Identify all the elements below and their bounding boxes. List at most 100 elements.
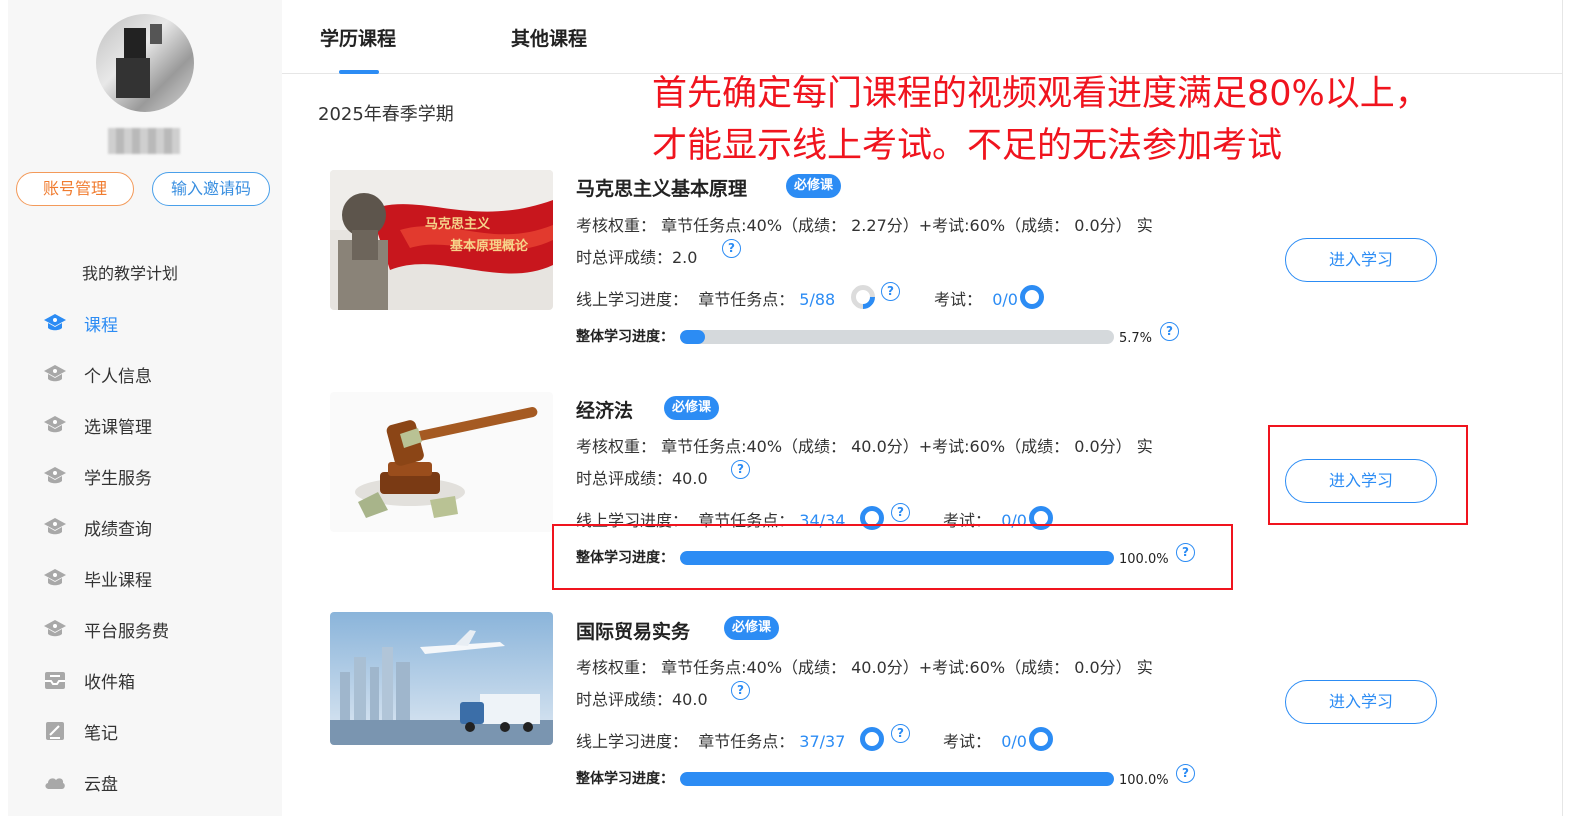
username-blurred <box>108 128 180 154</box>
sidebar-item-label: 笔记 <box>84 723 118 744</box>
sidebar-item-cloud-disk[interactable]: 云盘 <box>42 767 118 797</box>
exam-progress-row: 考试： 0/0 <box>934 286 1018 310</box>
help-icon[interactable]: ? <box>1160 322 1179 341</box>
assessment-weight: 考核权重： 章节任务点:40%（成绩： 40.0分）+考试:60%（成绩： 0.… <box>576 658 1153 677</box>
overall-progress-bar <box>680 772 1114 786</box>
avatar[interactable] <box>96 14 194 112</box>
online-progress-label: 线上学习进度： <box>576 732 689 751</box>
enter-study-button[interactable]: 进入学习 <box>1285 238 1437 282</box>
exam-progress-ring <box>1029 727 1053 751</box>
overall-progress-percent: 5.7% <box>1119 331 1153 346</box>
graduation-cap-icon <box>42 616 68 642</box>
tab-degree-courses[interactable]: 学历课程 <box>320 24 396 51</box>
sidebar-item-label: 毕业课程 <box>84 570 152 591</box>
exam-progress-ring <box>1020 285 1044 309</box>
exam-value: 0/0 <box>992 290 1018 309</box>
help-icon[interactable]: ? <box>891 724 910 743</box>
required-badge: 必修课 <box>786 174 842 198</box>
course-thumbnail-marxism[interactable]: 马克思主义 基本原理概论 <box>330 170 553 310</box>
sidebar-item-label: 平台服务费 <box>84 621 169 642</box>
sidebar-item-courses[interactable]: 课程 <box>42 308 118 338</box>
online-progress-row: 线上学习进度： 章节任务点： 37/37 <box>576 728 845 752</box>
thumbnail-text-line1: 马克思主义 <box>425 216 491 232</box>
exam-label: 考试： <box>934 290 983 309</box>
graduation-cap-icon <box>42 463 68 489</box>
sidebar-item-label: 学生服务 <box>84 468 152 489</box>
overall-progress-fill <box>680 330 705 344</box>
help-icon[interactable]: ? <box>731 460 750 479</box>
exam-value: 0/0 <box>1001 732 1027 751</box>
annotation-box-enter-button <box>1268 425 1468 525</box>
course-thumbnail-international-trade[interactable] <box>330 612 553 745</box>
graduation-cap-icon <box>42 310 68 336</box>
chapter-tasks-label: 章节任务点： <box>698 732 795 751</box>
note-icon <box>42 718 68 744</box>
inbox-icon <box>42 667 68 693</box>
required-badge: 必修课 <box>664 396 720 420</box>
sidebar-item-platform-fee[interactable]: 平台服务费 <box>42 614 169 644</box>
help-icon[interactable]: ? <box>891 503 910 522</box>
overall-progress-bar <box>680 330 1114 344</box>
online-progress-row: 线上学习进度： 章节任务点： 5/88 <box>576 286 835 310</box>
graduation-cap-icon <box>42 514 68 540</box>
sidebar-item-notes[interactable]: 笔记 <box>42 716 118 746</box>
chapter-progress-ring <box>846 280 880 314</box>
realtime-total-score: 时总评成绩：40.0 <box>576 469 708 488</box>
chapter-tasks-value: 37/37 <box>799 732 846 751</box>
graduation-cap-icon <box>42 412 68 438</box>
sidebar-item-label: 个人信息 <box>84 366 152 387</box>
sidebar-item-course-selection[interactable]: 选课管理 <box>42 410 152 440</box>
annotation-line-1: 首先确定每门课程的视频观看进度满足80%以上， <box>652 74 1430 114</box>
assessment-weight: 考核权重： 章节任务点:40%（成绩： 40.0分）+考试:60%（成绩： 0.… <box>576 437 1153 456</box>
annotation-line-2: 才能显示线上考试。不足的无法参加考试 <box>652 126 1283 166</box>
chapter-tasks-value: 5/88 <box>799 290 836 309</box>
annotation-text: 首先确定每门课程的视频观看进度满足80%以上， 才能显示线上考试。不足的无法参加… <box>652 68 1532 172</box>
help-icon[interactable]: ? <box>731 681 750 700</box>
course-title[interactable]: 经济法 <box>576 396 633 423</box>
annotation-box-overall-progress <box>552 524 1233 590</box>
enter-study-button[interactable]: 进入学习 <box>1285 680 1437 724</box>
exam-label: 考试： <box>943 732 992 751</box>
sidebar-item-personal-info[interactable]: 个人信息 <box>42 359 152 389</box>
sidebar-item-label: 云盘 <box>84 774 118 795</box>
cloud-icon <box>42 769 68 795</box>
enter-invite-code-button[interactable]: 输入邀请码 <box>152 172 270 206</box>
online-progress-label: 线上学习进度： <box>576 290 689 309</box>
sidebar-item-inbox[interactable]: 收件箱 <box>42 665 135 695</box>
page-root: 账号管理 输入邀请码 我的教学计划 课程 个人信息 选课管理 学生服务 成绩查询… <box>0 0 1590 816</box>
course-tabs <box>282 0 1562 74</box>
chapter-progress-ring <box>860 727 884 751</box>
sidebar-item-student-services[interactable]: 学生服务 <box>42 461 152 491</box>
sidebar-item-label: 收件箱 <box>84 672 135 693</box>
realtime-total-score: 时总评成绩：2.0 <box>576 248 698 267</box>
realtime-total-score: 时总评成绩：40.0 <box>576 690 708 709</box>
overall-progress-label: 整体学习进度： <box>576 771 674 787</box>
graduation-cap-icon <box>42 361 68 387</box>
help-icon[interactable]: ? <box>881 282 900 301</box>
help-icon[interactable]: ? <box>1176 764 1195 783</box>
exam-progress-row: 考试： 0/0 <box>943 728 1027 752</box>
sidebar-item-label: 选课管理 <box>84 417 152 438</box>
overall-progress-fill <box>680 772 1114 786</box>
content-right-border <box>1562 0 1563 816</box>
graduation-cap-icon <box>42 565 68 591</box>
course-title[interactable]: 马克思主义基本原理 <box>576 174 747 201</box>
sidebar: 账号管理 输入邀请码 我的教学计划 课程 个人信息 选课管理 学生服务 成绩查询… <box>8 0 282 816</box>
sidebar-item-grades[interactable]: 成绩查询 <box>42 512 152 542</box>
assessment-weight: 考核权重： 章节任务点:40%（成绩： 2.27分）+考试:60%（成绩： 0.… <box>576 216 1153 235</box>
thumbnail-text-line2: 基本原理概论 <box>449 238 529 254</box>
sidebar-item-label: 成绩查询 <box>84 519 152 540</box>
required-badge: 必修课 <box>724 616 780 640</box>
chapter-tasks-label: 章节任务点： <box>698 290 795 309</box>
semester-title: 2025年春季学期 <box>318 104 454 125</box>
overall-progress-percent: 100.0% <box>1119 773 1169 788</box>
tab-other-courses[interactable]: 其他课程 <box>511 24 587 51</box>
course-thumbnail-economic-law[interactable] <box>330 392 553 532</box>
account-management-button[interactable]: 账号管理 <box>16 172 134 206</box>
help-icon[interactable]: ? <box>722 239 741 258</box>
course-title[interactable]: 国际贸易实务 <box>576 617 690 644</box>
active-tab-indicator <box>339 70 379 74</box>
sidebar-item-graduation-courses[interactable]: 毕业课程 <box>42 563 152 593</box>
sidebar-item-label: 课程 <box>84 315 118 336</box>
teaching-plan-title: 我的教学计划 <box>82 264 179 283</box>
